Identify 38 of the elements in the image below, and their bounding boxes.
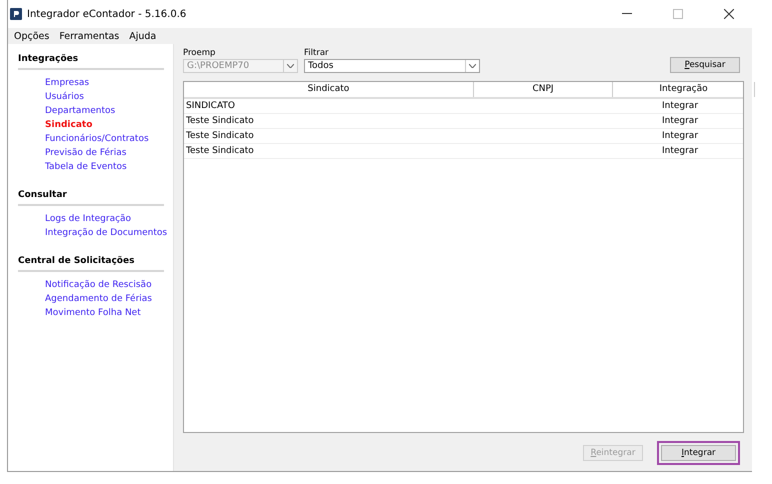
table-cell-text: Integrar bbox=[660, 101, 700, 111]
action-button[interactable]: Integrar bbox=[661, 445, 736, 461]
table-cell-text: SINDICATO bbox=[185, 101, 236, 111]
nav-link[interactable]: Tabela de Eventos bbox=[18, 160, 173, 174]
nav-link[interactable]: Sindicato bbox=[18, 118, 173, 132]
nav-link[interactable]: Logs de Integração bbox=[18, 212, 173, 226]
table-cell-text: Teste Sindicato bbox=[185, 116, 255, 126]
column-header[interactable]: Integração bbox=[613, 82, 755, 97]
field-label: Filtrar bbox=[304, 48, 330, 58]
close-icon[interactable] bbox=[724, 9, 734, 19]
table-cell-text: Integrar bbox=[660, 131, 700, 141]
column-header[interactable]: Sindicato bbox=[184, 82, 474, 97]
table-cell-text: Teste Sindicato bbox=[185, 131, 255, 141]
section-heading: Consultar bbox=[18, 188, 164, 206]
field-label: Proemp bbox=[183, 48, 216, 58]
minimize-icon[interactable] bbox=[622, 13, 632, 15]
table-cell-text: Integrar bbox=[660, 146, 700, 156]
filter-dropdown[interactable]: Todos bbox=[304, 59, 480, 73]
section-heading: Integrações bbox=[18, 52, 164, 70]
window-title: Integrador eContador - 5.16.0.6 bbox=[27, 8, 188, 20]
search-button[interactable]: Pesquisar bbox=[670, 57, 740, 73]
nav-link[interactable]: Departamentos bbox=[18, 104, 173, 118]
nav-link[interactable]: Agendamento de Férias bbox=[18, 292, 173, 306]
nav-link[interactable]: Empresas bbox=[18, 76, 173, 90]
nav-link[interactable]: Integração de Documentos bbox=[18, 226, 173, 240]
menu-item[interactable]: Opções bbox=[14, 30, 50, 42]
nav-link[interactable]: Previsão de Férias bbox=[18, 146, 173, 160]
column-header[interactable]: CNPJ bbox=[474, 82, 613, 97]
nav-link[interactable]: Movimento Folha Net bbox=[18, 306, 173, 320]
table-cell-text: Integrar bbox=[660, 116, 700, 126]
menu-item[interactable]: Ferramentas bbox=[59, 30, 120, 42]
nav-link[interactable]: Notificação de Rescisão bbox=[18, 278, 173, 292]
table-cell-text: Teste Sindicato bbox=[185, 146, 255, 156]
section-heading: Central de Solicitações bbox=[18, 254, 164, 272]
menu-item[interactable]: Ajuda bbox=[129, 30, 156, 42]
nav-link[interactable]: Usuários bbox=[18, 90, 173, 104]
app-logo-icon bbox=[10, 8, 22, 20]
nav-link[interactable]: Funcionários/Contratos bbox=[18, 132, 173, 146]
